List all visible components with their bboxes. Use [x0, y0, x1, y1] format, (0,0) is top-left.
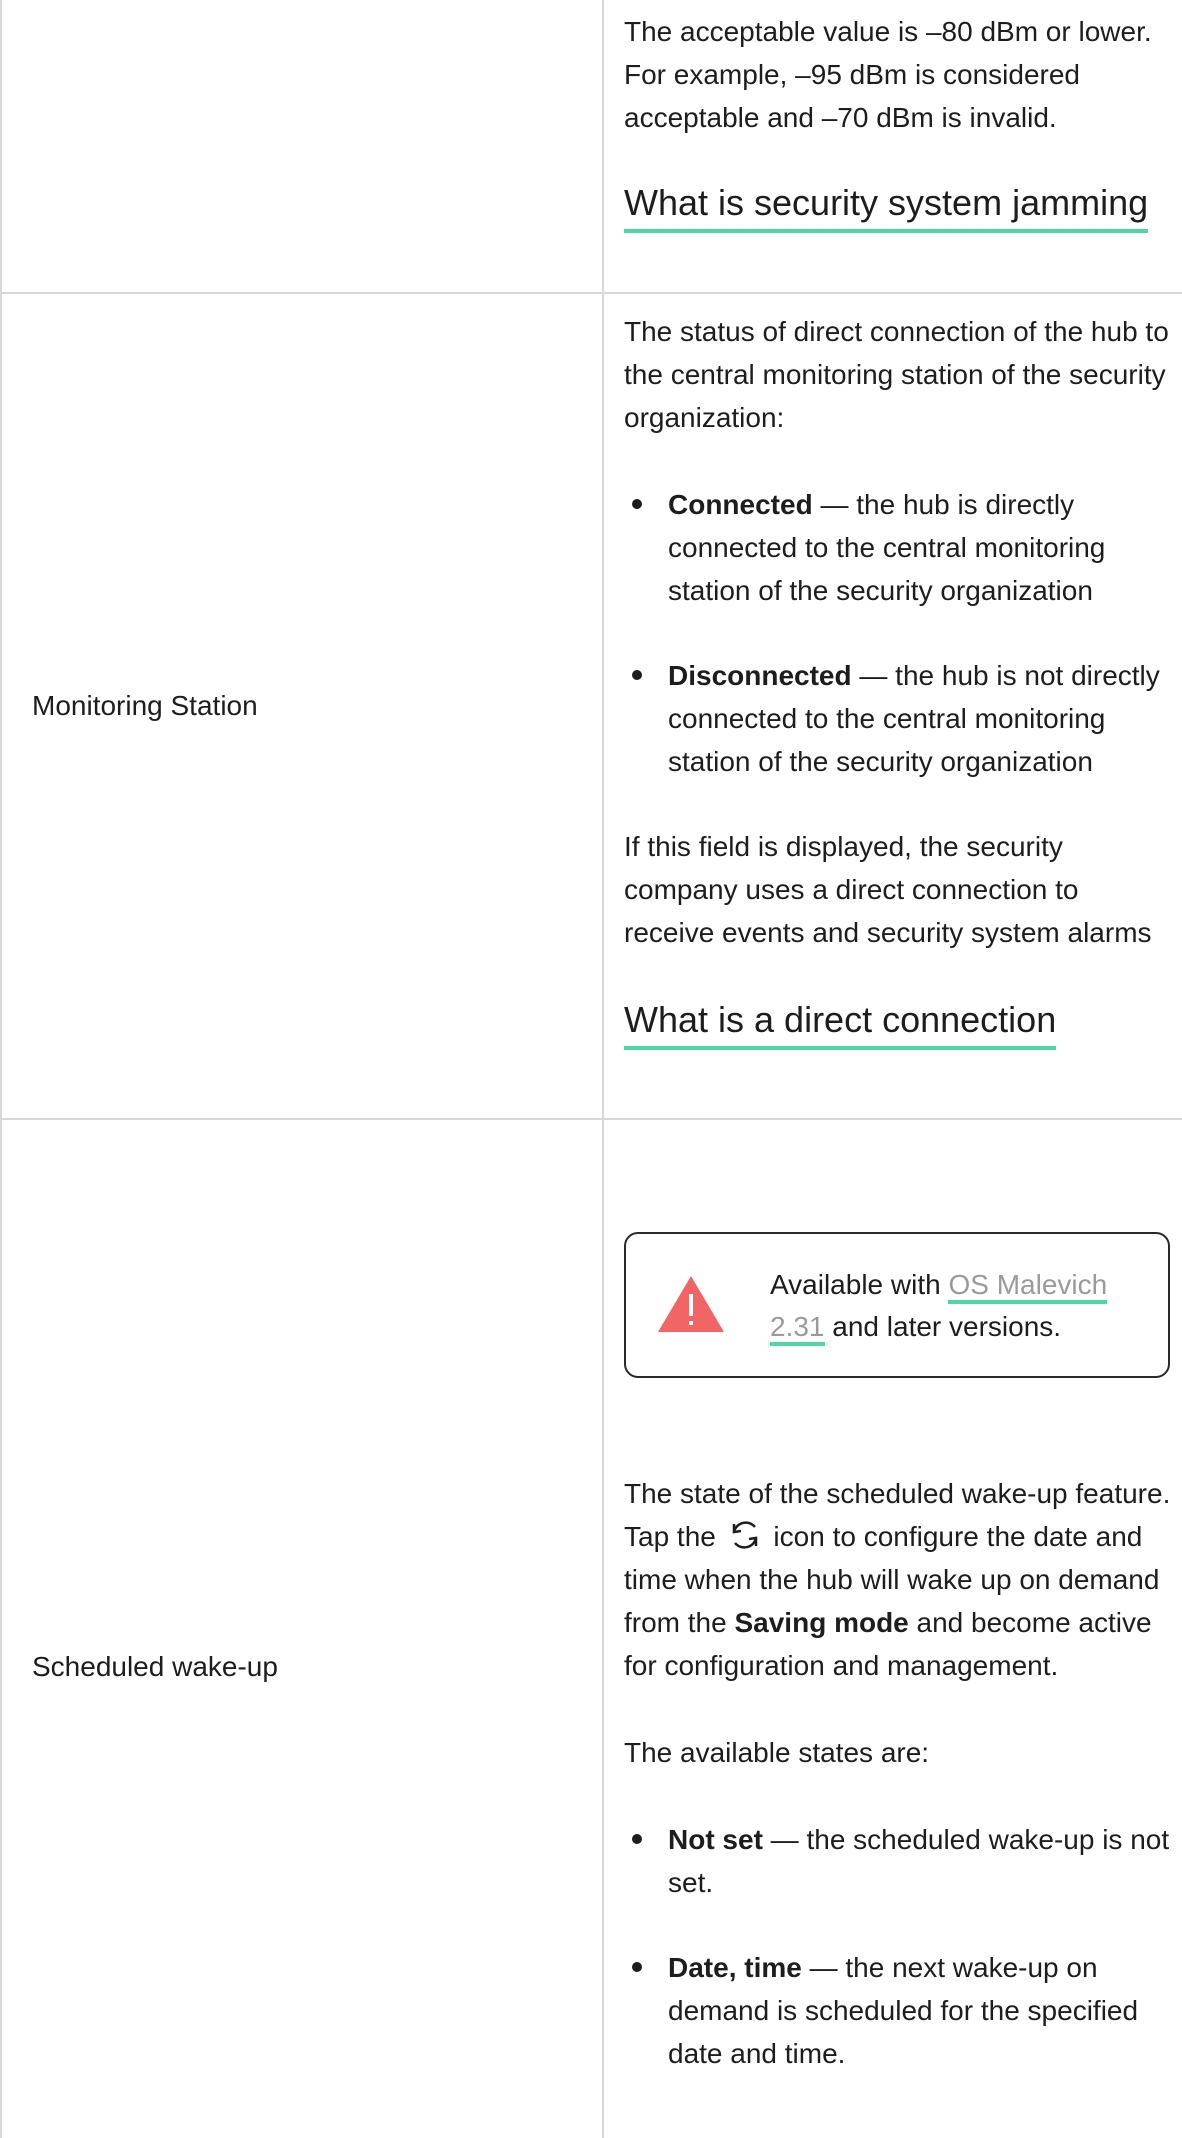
monitoring-note: If this field is displayed, the security…: [624, 831, 1152, 948]
jamming-row-cell: The acceptable value is –80 dBm or lower…: [624, 10, 1174, 233]
list-item: Date, time — the next wake-up on demand …: [624, 1946, 1174, 2075]
list-item: Connected — the hub is directly connecte…: [624, 483, 1174, 612]
wakeup-description: The state of the scheduled wake-up featu…: [624, 1478, 1171, 1681]
notice-text: Available with OS Malevich 2.31 and late…: [770, 1264, 1150, 1348]
monitoring-station-label: Monitoring Station: [32, 690, 258, 721]
table-column-divider: [602, 0, 604, 2138]
row-divider: [0, 292, 1182, 294]
monitoring-intro: The status of direct connection of the h…: [624, 316, 1169, 433]
monitoring-station-cell: The status of direct connection of the h…: [624, 310, 1174, 1050]
jamming-link[interactable]: What is security system jamming: [624, 179, 1149, 233]
refresh-icon[interactable]: [728, 1518, 762, 1552]
warning-triangle-icon: [658, 1276, 724, 1332]
table-left-border: [0, 0, 2, 2138]
list-item: Not set — the scheduled wake-up is not s…: [624, 1818, 1174, 1904]
scheduled-wakeup-label: Scheduled wake-up: [32, 1651, 278, 1682]
scheduled-wakeup-cell: The state of the scheduled wake-up featu…: [624, 1472, 1174, 2075]
direct-connection-link[interactable]: What is a direct connection: [624, 996, 1057, 1050]
wakeup-states-list: Not set — the scheduled wake-up is not s…: [624, 1818, 1174, 2075]
availability-notice: Available with OS Malevich 2.31 and late…: [624, 1232, 1170, 1378]
list-item: Disconnected — the hub is not directly c…: [624, 654, 1174, 783]
monitoring-status-list: Connected — the hub is directly connecte…: [624, 483, 1174, 783]
states-intro: The available states are:: [624, 1737, 930, 1768]
row-divider: [0, 1118, 1182, 1120]
jamming-description: The acceptable value is –80 dBm or lower…: [624, 16, 1152, 133]
